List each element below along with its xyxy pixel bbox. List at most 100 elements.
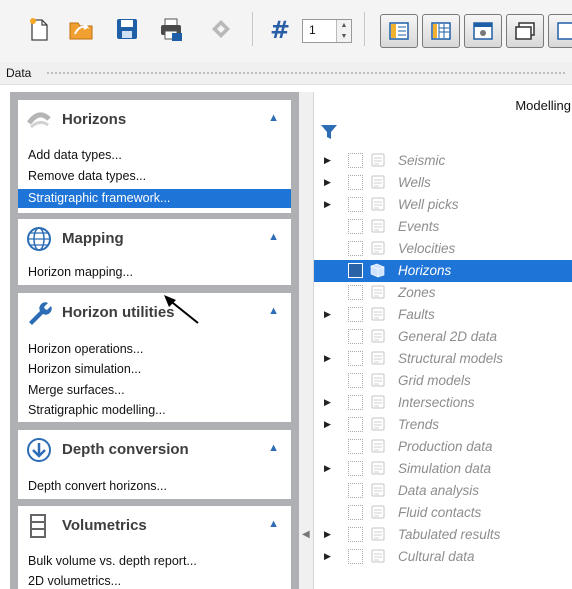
menu-item-selected[interactable]: Stratigraphic framework... <box>18 189 291 208</box>
tree-item[interactable]: ▶ Faults <box>314 304 572 326</box>
filter-icon[interactable] <box>320 124 338 140</box>
menu-item[interactable]: Horizon operations... <box>28 342 143 356</box>
tree-item-icon <box>371 417 385 431</box>
visibility-checkbox[interactable] <box>348 241 363 256</box>
drag-grip[interactable] <box>46 71 566 75</box>
collapse-chevron-icon[interactable]: ▲ <box>268 112 279 124</box>
visibility-checkbox[interactable] <box>348 549 363 564</box>
tree-item[interactable]: ▶ Structural models <box>314 348 572 370</box>
view-extra-icon[interactable] <box>548 14 572 48</box>
visibility-checkbox[interactable] <box>348 373 363 388</box>
expand-arrow-icon[interactable]: ▶ <box>324 177 331 188</box>
collapse-chevron-icon[interactable]: ▲ <box>268 442 279 454</box>
section-title: Horizon utilities <box>62 304 175 321</box>
visibility-checkbox[interactable] <box>348 461 363 476</box>
visibility-checkbox[interactable] <box>348 219 363 234</box>
expand-arrow-icon[interactable]: ▶ <box>324 463 331 474</box>
tree-item-icon <box>371 395 385 409</box>
view-columns-icon[interactable] <box>422 14 460 48</box>
collapse-chevron-icon[interactable]: ▲ <box>268 305 279 317</box>
view-stack-icon[interactable] <box>506 14 544 48</box>
tree-item-label: Trends <box>398 417 440 432</box>
stepper-arrows[interactable]: ▲ ▼ <box>336 20 351 42</box>
tree-item-label: Zones <box>398 285 436 300</box>
page-number-value[interactable]: 1 <box>309 23 316 37</box>
visibility-checkbox[interactable] <box>348 439 363 454</box>
tree-item[interactable]: Fluid contacts <box>314 502 572 524</box>
collapse-left-icon[interactable]: ◀ <box>302 529 310 540</box>
open-folder-icon[interactable] <box>66 14 96 44</box>
tree-item-selected[interactable]: Horizons <box>314 260 572 282</box>
tree-item[interactable]: ▶ Tabulated results <box>314 524 572 546</box>
expand-arrow-icon[interactable]: ▶ <box>324 419 331 430</box>
visibility-checkbox[interactable] <box>348 351 363 366</box>
menu-item[interactable]: Remove data types... <box>28 169 146 183</box>
section-header[interactable]: Volumetrics ▲ <box>18 506 291 544</box>
expand-arrow-icon[interactable]: ▶ <box>324 199 331 210</box>
tree-item-label: Cultural data <box>398 549 475 564</box>
view-tree-icon[interactable] <box>380 14 418 48</box>
view-window-icon[interactable] <box>464 14 502 48</box>
tree-item[interactable]: Production data <box>314 436 572 458</box>
menu-item[interactable]: Merge surfaces... <box>28 383 125 397</box>
tree-item-label: Data analysis <box>398 483 480 498</box>
expand-arrow-icon[interactable]: ▶ <box>324 353 331 364</box>
visibility-checkbox[interactable] <box>348 417 363 432</box>
visibility-checkbox[interactable] <box>348 263 363 278</box>
tree-item[interactable]: ▶ Trends <box>314 414 572 436</box>
tree-item[interactable]: General 2D data <box>314 326 572 348</box>
tree-item-label: Intersections <box>398 395 475 410</box>
menu-item[interactable]: Add data types... <box>28 148 122 162</box>
visibility-checkbox[interactable] <box>348 505 363 520</box>
save-icon[interactable] <box>112 14 142 44</box>
tree-item[interactable]: Velocities <box>314 238 572 260</box>
menu-item[interactable]: Bulk volume vs. depth report... <box>28 554 197 568</box>
menu-item[interactable]: 2D volumetrics... <box>28 574 121 588</box>
tree-item[interactable]: ▶ Wells <box>314 172 572 194</box>
tree-item-label: Fluid contacts <box>398 505 482 520</box>
expand-arrow-icon[interactable]: ▶ <box>324 309 331 320</box>
collapse-chevron-icon[interactable]: ▲ <box>268 231 279 243</box>
tree-item[interactable]: ▶ Seismic <box>314 150 572 172</box>
menu-item[interactable]: Horizon mapping... <box>28 265 133 279</box>
expand-arrow-icon[interactable]: ▶ <box>324 551 331 562</box>
visibility-checkbox[interactable] <box>348 175 363 190</box>
expand-arrow-icon[interactable]: ▶ <box>324 529 331 540</box>
print-icon[interactable] <box>156 14 186 44</box>
visibility-checkbox[interactable] <box>348 483 363 498</box>
visibility-checkbox[interactable] <box>348 395 363 410</box>
tree-item[interactable]: ▶ Cultural data <box>314 546 572 568</box>
main-toolbar: # 1 ▲ ▼ <box>0 0 572 62</box>
tree-item[interactable]: ▶ Simulation data <box>314 458 572 480</box>
tree-item[interactable]: Events <box>314 216 572 238</box>
page-number-stepper[interactable]: 1 ▲ ▼ <box>302 19 352 43</box>
tree-item[interactable]: ▶ Well picks <box>314 194 572 216</box>
visibility-checkbox[interactable] <box>348 329 363 344</box>
tree-item[interactable]: ▶ Intersections <box>314 392 572 414</box>
tree-item[interactable]: Zones <box>314 282 572 304</box>
section-header[interactable]: Horizons ▲ <box>18 100 291 138</box>
visibility-checkbox[interactable] <box>348 527 363 542</box>
visibility-checkbox[interactable] <box>348 285 363 300</box>
annotation-arrow-icon <box>164 295 199 324</box>
panel-splitter[interactable]: ◀ <box>299 92 313 589</box>
expand-arrow-icon[interactable]: ▶ <box>324 155 331 166</box>
tree-item-label: Grid models <box>398 373 471 388</box>
tree-item[interactable]: Grid models <box>314 370 572 392</box>
visibility-checkbox[interactable] <box>348 153 363 168</box>
menu-item[interactable]: Depth convert horizons... <box>28 479 167 493</box>
diamond-tool-icon[interactable] <box>206 14 236 44</box>
visibility-checkbox[interactable] <box>348 197 363 212</box>
menu-item[interactable]: Stratigraphic modelling... <box>28 403 166 417</box>
collapse-chevron-icon[interactable]: ▲ <box>268 518 279 530</box>
menu-item[interactable]: Horizon simulation... <box>28 362 141 376</box>
section-header[interactable]: Mapping ▲ <box>18 219 291 257</box>
visibility-checkbox[interactable] <box>348 307 363 322</box>
tree-item[interactable]: Data analysis <box>314 480 572 502</box>
new-file-icon[interactable] <box>24 14 54 44</box>
section-header[interactable]: Horizon utilities ▲ <box>18 293 291 331</box>
section-header[interactable]: Depth conversion ▲ <box>18 430 291 468</box>
expand-arrow-icon[interactable]: ▶ <box>324 397 331 408</box>
section-horizon-utilities: Horizon utilities ▲ Horizon operations..… <box>18 293 291 422</box>
modelling-tab[interactable]: Modelling <box>515 98 571 113</box>
